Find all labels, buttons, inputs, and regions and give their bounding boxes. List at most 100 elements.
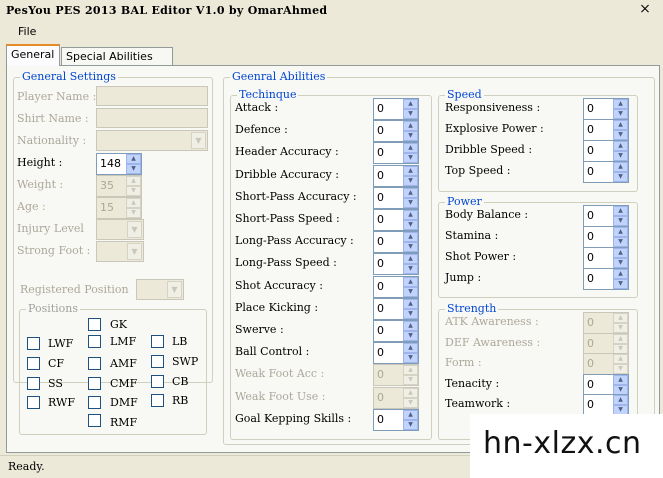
checkbox-amf[interactable] — [88, 357, 101, 370]
spin-down-icon[interactable]: ▼ — [403, 308, 418, 319]
spin-down-icon[interactable]: ▼ — [403, 397, 418, 408]
spin-down-icon[interactable]: ▼ — [126, 186, 141, 196]
dribble-accuracy-spinner[interactable]: 0 ▲ ▼ — [373, 164, 419, 187]
spin-up-icon[interactable]: ▲ — [613, 162, 628, 172]
spin-up-icon[interactable]: ▲ — [613, 395, 628, 405]
spin-up-icon[interactable]: ▲ — [126, 154, 141, 164]
checkbox-cmf[interactable] — [88, 377, 101, 390]
spin-up-icon[interactable]: ▲ — [613, 227, 628, 237]
atk-awareness-spinner[interactable]: 0 ▲ ▼ — [583, 312, 629, 334]
teamwork-spinner[interactable]: 0 ▲ ▼ — [583, 394, 629, 416]
spin-up-icon[interactable]: ▲ — [403, 387, 418, 398]
spin-up-icon[interactable]: ▲ — [403, 276, 418, 287]
stamina-spinner[interactable]: 0 ▲ ▼ — [583, 226, 629, 248]
spin-up-icon[interactable]: ▲ — [613, 141, 628, 151]
short-pass-accuracy-spinner[interactable]: 0 ▲ ▼ — [373, 186, 419, 209]
spin-up-icon[interactable]: ▲ — [403, 254, 418, 265]
weight-spinner[interactable]: 35 ▲ ▼ — [96, 175, 142, 197]
goal-kepping-skills-spinner[interactable]: 0 ▲ ▼ — [373, 408, 419, 431]
injury-level-select[interactable]: ▼ — [96, 219, 144, 240]
spin-up-icon[interactable]: ▲ — [126, 198, 141, 208]
tenacity-spinner[interactable]: 0 ▲ ▼ — [583, 373, 629, 396]
strong-foot-select[interactable]: ▼ — [96, 241, 144, 262]
spin-down-icon[interactable]: ▼ — [126, 208, 141, 218]
def-awareness-spinner[interactable]: 0 ▲ ▼ — [583, 332, 629, 355]
spin-up-icon[interactable]: ▲ — [613, 313, 628, 323]
checkbox-lwf[interactable] — [27, 337, 40, 350]
checkbox-rmf[interactable] — [88, 414, 101, 427]
spin-up-icon[interactable]: ▲ — [403, 187, 418, 198]
spin-down-icon[interactable]: ▼ — [613, 151, 628, 161]
menu-file[interactable]: File — [18, 25, 36, 38]
shot-power-spinner[interactable]: 0 ▲ ▼ — [583, 247, 629, 269]
checkbox-gk[interactable] — [88, 318, 101, 331]
attack-spinner[interactable]: 0 ▲ ▼ — [373, 98, 419, 120]
dribble-speed-spinner[interactable]: 0 ▲ ▼ — [583, 140, 629, 162]
checkbox-cf[interactable] — [27, 357, 40, 370]
explosive-power-spinner[interactable]: 0 ▲ ▼ — [583, 119, 629, 141]
spin-down-icon[interactable]: ▼ — [403, 375, 418, 386]
checkbox-rb[interactable] — [151, 394, 164, 407]
spin-down-icon[interactable]: ▼ — [403, 286, 418, 297]
spin-down-icon[interactable]: ▼ — [613, 237, 628, 247]
spin-up-icon[interactable]: ▲ — [403, 210, 418, 220]
spin-up-icon[interactable]: ▲ — [613, 120, 628, 130]
spin-down-icon[interactable]: ▼ — [613, 343, 628, 354]
spin-up-icon[interactable]: ▲ — [613, 99, 628, 109]
form-spinner[interactable]: 0 ▲ ▼ — [583, 353, 629, 375]
long-pass-speed-spinner[interactable]: 0 ▲ ▼ — [373, 253, 419, 276]
checkbox-lmf[interactable] — [88, 335, 101, 348]
spin-up-icon[interactable]: ▲ — [403, 232, 418, 243]
close-icon[interactable]: × — [637, 2, 653, 18]
registered-position-select[interactable]: ▼ — [136, 279, 184, 300]
body-balance-spinner[interactable]: 0 ▲ ▼ — [583, 205, 629, 227]
spin-down-icon[interactable]: ▼ — [403, 353, 418, 364]
spin-down-icon[interactable]: ▼ — [613, 279, 628, 289]
weak-foot-use-spinner[interactable]: 0 ▲ ▼ — [373, 386, 419, 409]
short-pass-speed-spinner[interactable]: 0 ▲ ▼ — [373, 209, 419, 231]
ball-control-spinner[interactable]: 0 ▲ ▼ — [373, 342, 419, 365]
spin-up-icon[interactable]: ▲ — [403, 121, 418, 132]
spin-down-icon[interactable]: ▼ — [403, 242, 418, 253]
spin-up-icon[interactable]: ▲ — [403, 365, 418, 376]
jump-spinner[interactable]: 0 ▲ ▼ — [583, 268, 629, 290]
spin-down-icon[interactable]: ▼ — [403, 153, 418, 164]
shot-accuracy-spinner[interactable]: 0 ▲ ▼ — [373, 275, 419, 298]
spin-down-icon[interactable]: ▼ — [403, 264, 418, 275]
responsiveness-spinner[interactable]: 0 ▲ ▼ — [583, 98, 629, 120]
checkbox-lb[interactable] — [151, 335, 164, 348]
spin-down-icon[interactable]: ▼ — [613, 384, 628, 395]
age-spinner[interactable]: 15 ▲ ▼ — [96, 197, 142, 219]
checkbox-ss[interactable] — [27, 377, 40, 390]
spin-up-icon[interactable]: ▲ — [613, 269, 628, 279]
spin-down-icon[interactable]: ▼ — [403, 331, 418, 341]
swerve-spinner[interactable]: 0 ▲ ▼ — [373, 320, 419, 342]
defence-spinner[interactable]: 0 ▲ ▼ — [373, 120, 419, 143]
spin-down-icon[interactable]: ▼ — [126, 164, 141, 174]
top-speed-spinner[interactable]: 0 ▲ ▼ — [583, 161, 629, 183]
checkbox-dmf[interactable] — [88, 396, 101, 409]
spin-down-icon[interactable]: ▼ — [613, 258, 628, 268]
spin-up-icon[interactable]: ▲ — [403, 298, 418, 309]
nationality-select[interactable]: ▼ — [96, 130, 208, 151]
spin-up-icon[interactable]: ▲ — [403, 99, 418, 109]
shirt-name-field[interactable] — [96, 108, 208, 128]
spin-up-icon[interactable]: ▲ — [126, 176, 141, 186]
player-name-field[interactable] — [96, 86, 208, 106]
spin-up-icon[interactable]: ▲ — [403, 343, 418, 354]
spin-down-icon[interactable]: ▼ — [613, 172, 628, 182]
weak-foot-acc-spinner[interactable]: 0 ▲ ▼ — [373, 364, 419, 387]
spin-up-icon[interactable]: ▲ — [403, 143, 418, 154]
spin-down-icon[interactable]: ▼ — [403, 220, 418, 230]
spin-down-icon[interactable]: ▼ — [403, 419, 418, 430]
spin-up-icon[interactable]: ▲ — [613, 333, 628, 344]
spin-down-icon[interactable]: ▼ — [613, 109, 628, 119]
spin-down-icon[interactable]: ▼ — [403, 131, 418, 142]
spin-down-icon[interactable]: ▼ — [613, 130, 628, 140]
checkbox-swp[interactable] — [151, 355, 164, 368]
spin-up-icon[interactable]: ▲ — [403, 409, 418, 420]
spin-up-icon[interactable]: ▲ — [403, 165, 418, 176]
spin-down-icon[interactable]: ▼ — [613, 323, 628, 333]
spin-down-icon[interactable]: ▼ — [403, 109, 418, 119]
spin-up-icon[interactable]: ▲ — [613, 248, 628, 258]
